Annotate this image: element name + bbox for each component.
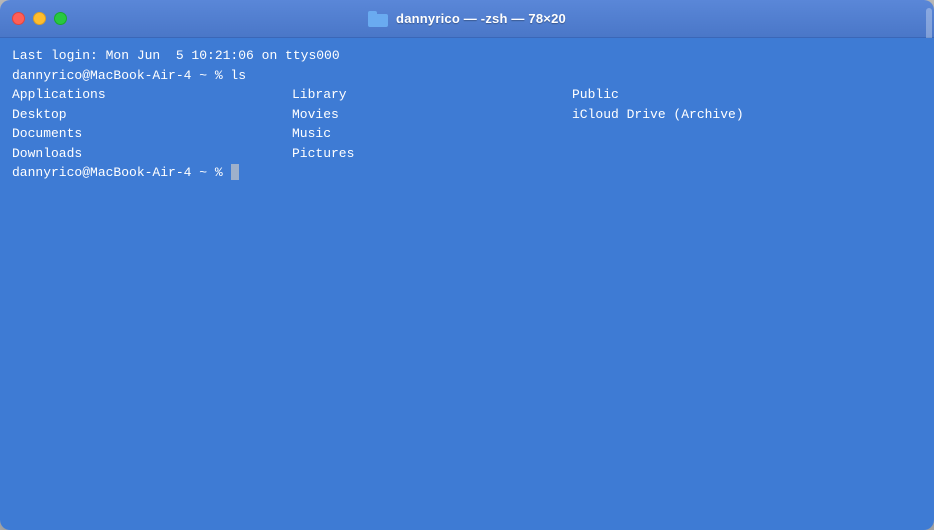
list-item: Downloads: [12, 144, 292, 164]
ls-output: Applications Library Public Desktop Movi…: [12, 85, 922, 163]
maximize-button[interactable]: [54, 12, 67, 25]
active-prompt[interactable]: dannyrico@MacBook-Air-4 ~ %: [12, 163, 922, 183]
cursor: [231, 164, 239, 180]
traffic-lights: [12, 12, 67, 25]
list-item: Desktop: [12, 105, 292, 125]
prompt-text: dannyrico@MacBook-Air-4 ~ %: [12, 165, 230, 180]
list-item: Music: [292, 124, 572, 144]
terminal-window: dannyrico — -zsh — 78×20 Last login: Mon…: [0, 0, 934, 530]
prompt-ls: dannyrico@MacBook-Air-4 ~ % ls: [12, 66, 922, 86]
titlebar: dannyrico — -zsh — 78×20: [0, 0, 934, 38]
list-item: [572, 124, 852, 144]
list-item: iCloud Drive (Archive): [572, 105, 852, 125]
list-item: Applications: [12, 85, 292, 105]
list-item: Documents: [12, 124, 292, 144]
terminal-body[interactable]: Last login: Mon Jun 5 10:21:06 on ttys00…: [0, 38, 934, 530]
list-item: Movies: [292, 105, 572, 125]
title-content: dannyrico — -zsh — 78×20: [368, 11, 566, 27]
minimize-button[interactable]: [33, 12, 46, 25]
list-item: Public: [572, 85, 852, 105]
list-item: Pictures: [292, 144, 572, 164]
window-title: dannyrico — -zsh — 78×20: [396, 11, 566, 26]
close-button[interactable]: [12, 12, 25, 25]
list-item: [572, 144, 852, 164]
list-item: Library: [292, 85, 572, 105]
login-line: Last login: Mon Jun 5 10:21:06 on ttys00…: [12, 46, 922, 66]
folder-icon: [368, 11, 388, 27]
